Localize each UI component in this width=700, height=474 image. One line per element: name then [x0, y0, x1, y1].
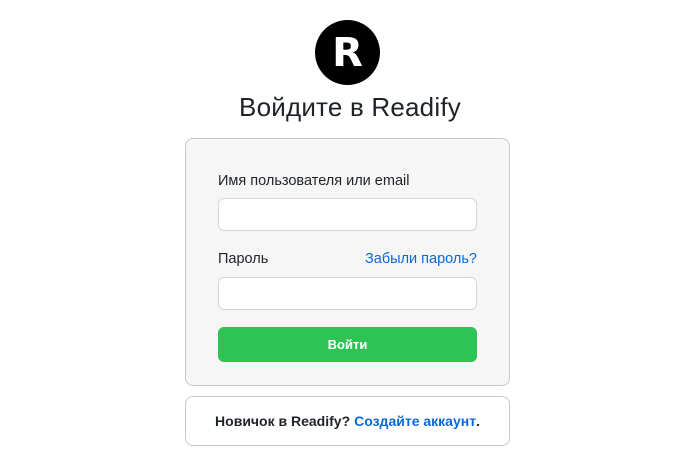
- password-input[interactable]: [218, 277, 477, 310]
- forgot-password-link[interactable]: Забыли пароль?: [365, 251, 477, 267]
- signup-prompt: Новичок в Readify?: [215, 413, 351, 429]
- username-label: Имя пользователя или email: [218, 173, 410, 189]
- readify-logo-icon: R: [315, 20, 380, 85]
- logo-letter: R: [332, 29, 363, 76]
- password-label: Пароль: [218, 251, 269, 267]
- login-button[interactable]: Войти: [218, 327, 477, 362]
- login-form: Имя пользователя или email Пароль Забыли…: [185, 138, 510, 386]
- signup-callout: Новичок в Readify? Создайте аккаунт .: [185, 396, 510, 446]
- page-title: Войдите в Readify: [239, 92, 461, 122]
- signup-suffix: .: [476, 413, 480, 429]
- create-account-link[interactable]: Создайте аккаунт: [354, 413, 476, 429]
- login-page: R Войдите в Readify Имя пользователя или…: [0, 0, 700, 474]
- username-input[interactable]: [218, 198, 477, 231]
